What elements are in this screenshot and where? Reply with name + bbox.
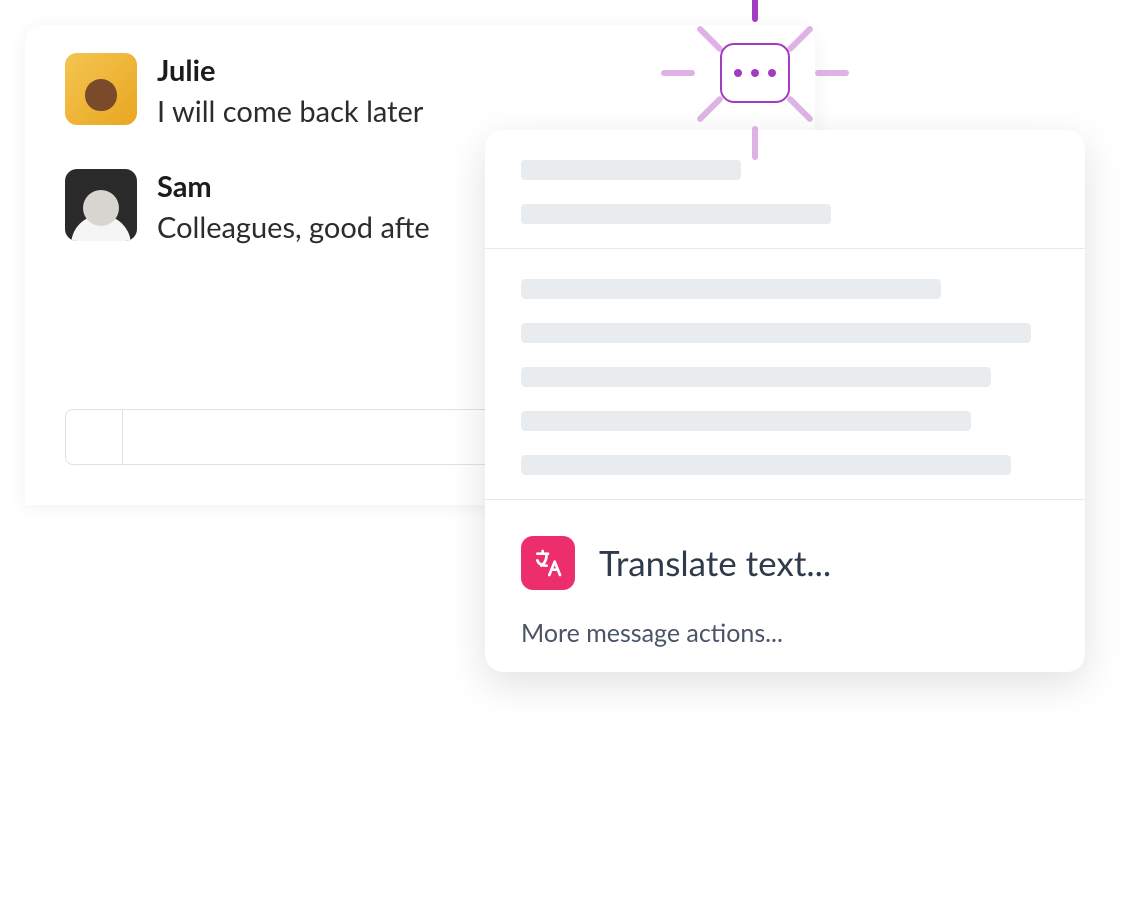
more-message-actions-link[interactable]: More message actions... <box>521 608 1049 648</box>
menu-item-placeholder[interactable] <box>521 455 1011 475</box>
menu-item-placeholder[interactable] <box>521 411 971 431</box>
menu-section <box>485 248 1085 499</box>
more-actions-button[interactable] <box>720 43 790 103</box>
more-horizontal-icon <box>768 69 776 77</box>
burst-ray-icon <box>786 25 814 53</box>
burst-ray-icon <box>661 70 695 76</box>
menu-item-placeholder[interactable] <box>521 323 1031 343</box>
more-horizontal-icon <box>751 69 759 77</box>
more-horizontal-icon <box>734 69 742 77</box>
burst-ray-icon <box>696 95 724 123</box>
translate-icon <box>521 536 575 590</box>
burst-ray-icon <box>752 0 758 22</box>
avatar[interactable] <box>65 169 137 241</box>
translate-action-label: Translate text... <box>599 542 831 584</box>
menu-item-placeholder[interactable] <box>521 160 741 180</box>
menu-item-placeholder[interactable] <box>521 204 831 224</box>
menu-item-placeholder[interactable] <box>521 367 991 387</box>
avatar[interactable] <box>65 53 137 125</box>
burst-ray-icon <box>696 25 724 53</box>
menu-item-placeholder[interactable] <box>521 279 941 299</box>
burst-ray-icon <box>786 95 814 123</box>
translate-text-action[interactable]: Translate text... <box>521 530 1049 608</box>
burst-ray-icon <box>815 70 849 76</box>
burst-ray-icon <box>752 126 758 160</box>
message-context-menu: Translate text... More message actions..… <box>485 130 1085 672</box>
menu-section: Translate text... More message actions..… <box>485 499 1085 672</box>
more-button-highlight <box>665 0 845 158</box>
